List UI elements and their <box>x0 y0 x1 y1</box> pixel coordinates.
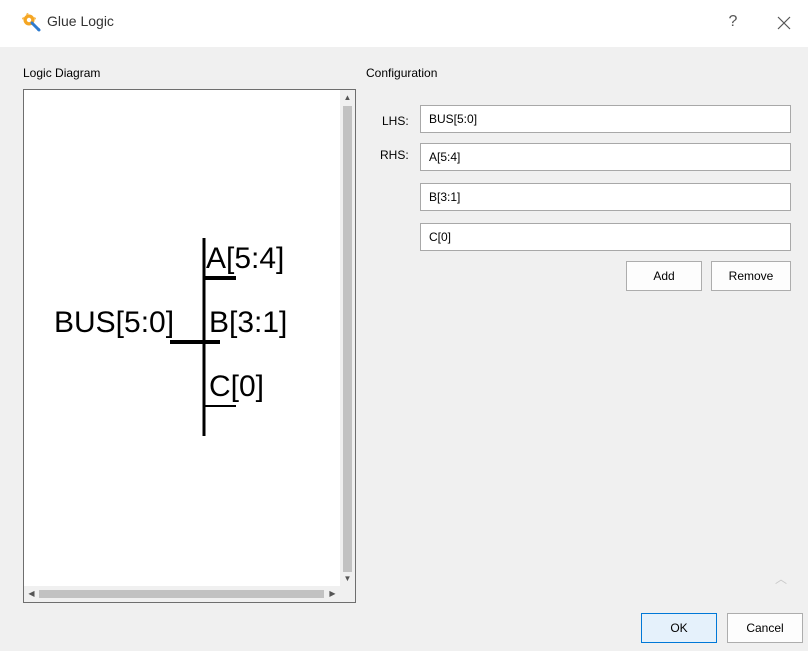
rhs-input-2[interactable]: B[3:1] <box>420 183 791 211</box>
diagram-rhs-c-text: C[0] <box>209 370 264 403</box>
rhs-input-1[interactable]: A[5:4] <box>420 143 791 171</box>
scroll-left-icon[interactable]: ◀ <box>24 586 39 602</box>
configuration-label: Configuration <box>366 66 438 80</box>
vertical-scroll-thumb[interactable] <box>343 106 352 572</box>
add-button[interactable]: Add <box>626 261 702 291</box>
logic-diagram-panel: BUS[5:0] A[5:4] B[3:1] C[0] ▲ ▼ ◀ ▶ <box>23 89 356 603</box>
wrench-gear-icon <box>22 13 41 32</box>
lhs-label: LHS: <box>382 114 409 128</box>
help-button[interactable]: ? <box>721 10 745 34</box>
cancel-button[interactable]: Cancel <box>727 613 803 643</box>
chevron-up-icon: ︿ <box>775 572 788 586</box>
rhs-input-3[interactable]: C[0] <box>420 223 791 251</box>
horizontal-scroll-thumb[interactable] <box>39 590 324 598</box>
close-button[interactable] <box>772 10 796 34</box>
logic-diagram: BUS[5:0] A[5:4] B[3:1] C[0] <box>54 238 287 436</box>
ok-button[interactable]: OK <box>641 613 717 643</box>
horizontal-scrollbar[interactable]: ◀ ▶ <box>24 586 340 602</box>
vertical-scrollbar[interactable]: ▲ ▼ <box>340 90 355 586</box>
logic-diagram-label: Logic Diagram <box>23 66 101 80</box>
close-icon <box>777 16 791 30</box>
scroll-corner <box>340 586 355 602</box>
scroll-down-icon[interactable]: ▼ <box>340 571 355 586</box>
rhs-label: RHS: <box>380 148 409 162</box>
lhs-input[interactable]: BUS[5:0] <box>420 105 791 133</box>
window-title: Glue Logic <box>47 13 114 29</box>
remove-button[interactable]: Remove <box>711 261 791 291</box>
scroll-right-icon[interactable]: ▶ <box>325 586 340 602</box>
diagram-rhs-a-text: A[5:4] <box>206 242 284 275</box>
scroll-up-icon[interactable]: ▲ <box>340 90 355 105</box>
diagram-lhs-text: BUS[5:0] <box>54 306 174 339</box>
title-bar: Glue Logic ? <box>0 0 808 47</box>
diagram-rhs-b-text: B[3:1] <box>209 306 287 339</box>
